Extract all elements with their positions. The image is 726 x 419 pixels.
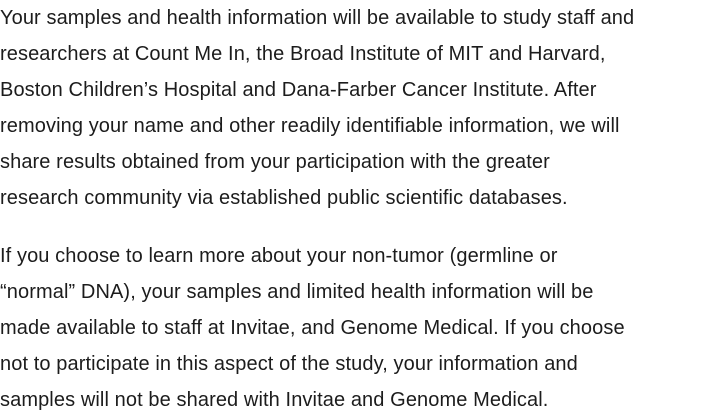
paragraph-line: Boston Children’s Hospital and Dana-Farb… <box>0 79 597 101</box>
germline-results-paragraph: If you choose to learn more about your n… <box>0 238 726 418</box>
paragraph-line: samples will not be shared with Invitae … <box>0 389 549 411</box>
paragraph-line: research community via established publi… <box>0 187 568 209</box>
consent-document: Your samples and health information will… <box>0 0 726 419</box>
paragraph-line: Your samples and health information will… <box>0 7 635 29</box>
paragraph-line: removing your name and other readily ide… <box>0 115 620 137</box>
paragraph-line: share results obtained from your partici… <box>0 151 550 173</box>
paragraph-line: researchers at Count Me In, the Broad In… <box>0 43 606 65</box>
paragraph-line: not to participate in this aspect of the… <box>0 353 578 375</box>
paragraph-line: “normal” DNA), your samples and limited … <box>0 281 594 303</box>
paragraph-line: If you choose to learn more about your n… <box>0 245 558 267</box>
paragraph-line: made available to staff at Invitae, and … <box>0 317 625 339</box>
data-sharing-paragraph: Your samples and health information will… <box>0 0 726 216</box>
